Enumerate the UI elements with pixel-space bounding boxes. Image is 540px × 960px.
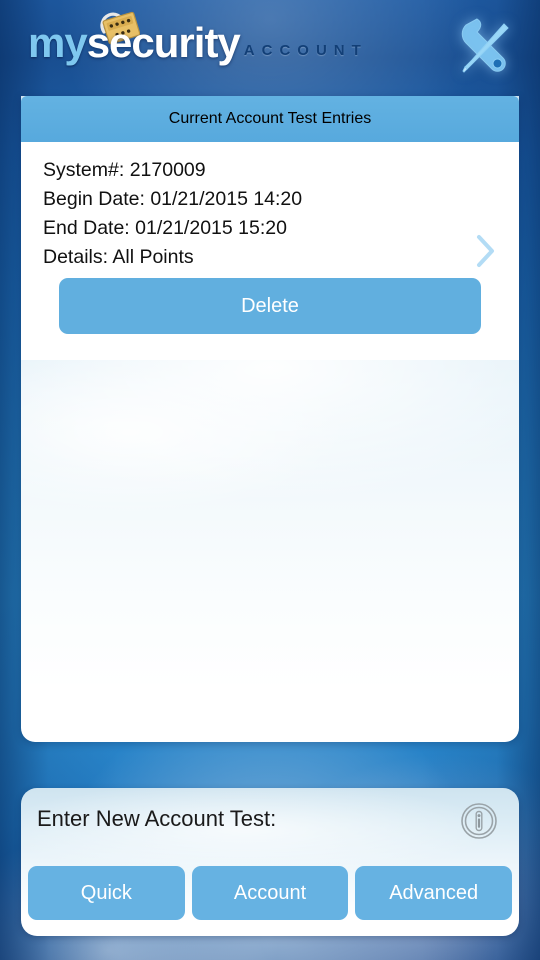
account-test-button[interactable]: Account bbox=[191, 866, 349, 920]
tools-icon[interactable] bbox=[452, 16, 516, 80]
entry-system-number: System#: 2170009 bbox=[43, 159, 206, 181]
brand-logo-my: my bbox=[28, 19, 88, 66]
panel-header: Current Account Test Entries bbox=[21, 96, 519, 142]
advanced-test-button[interactable]: Advanced bbox=[355, 866, 513, 920]
app-header: mysecurity ACCOUNT bbox=[0, 0, 540, 96]
new-test-label: Enter New Account Test: bbox=[37, 806, 277, 831]
test-mode-buttons: Quick Account Advanced bbox=[28, 866, 513, 920]
new-test-panel: Enter New Account Test: Quick Account Ad… bbox=[21, 788, 519, 936]
empty-list-area bbox=[21, 360, 519, 742]
brand-wordmark: mysecurity bbox=[28, 19, 241, 66]
brand-logo: mysecurity ACCOUNT bbox=[28, 11, 368, 66]
info-icon[interactable] bbox=[460, 802, 498, 840]
entry-begin-date: Begin Date: 01/21/2015 14:20 bbox=[43, 188, 303, 210]
entry-end-date: End Date: 01/21/2015 15:20 bbox=[43, 217, 287, 239]
quick-test-button[interactable]: Quick bbox=[28, 866, 185, 920]
brand-logo-security: security bbox=[86, 19, 241, 66]
entry-details: Details: All Points bbox=[43, 246, 194, 268]
chevron-right-icon[interactable] bbox=[475, 234, 497, 268]
page-title: Current Account Test Entries bbox=[168, 110, 372, 127]
brand-subtitle: ACCOUNT bbox=[243, 42, 368, 59]
delete-button[interactable]: Delete bbox=[59, 278, 481, 334]
test-entry-row[interactable]: System#: 2170009 Begin Date: 01/21/2015 … bbox=[21, 142, 519, 360]
main-panel: Current Account Test Entries System#: 21… bbox=[21, 96, 519, 742]
